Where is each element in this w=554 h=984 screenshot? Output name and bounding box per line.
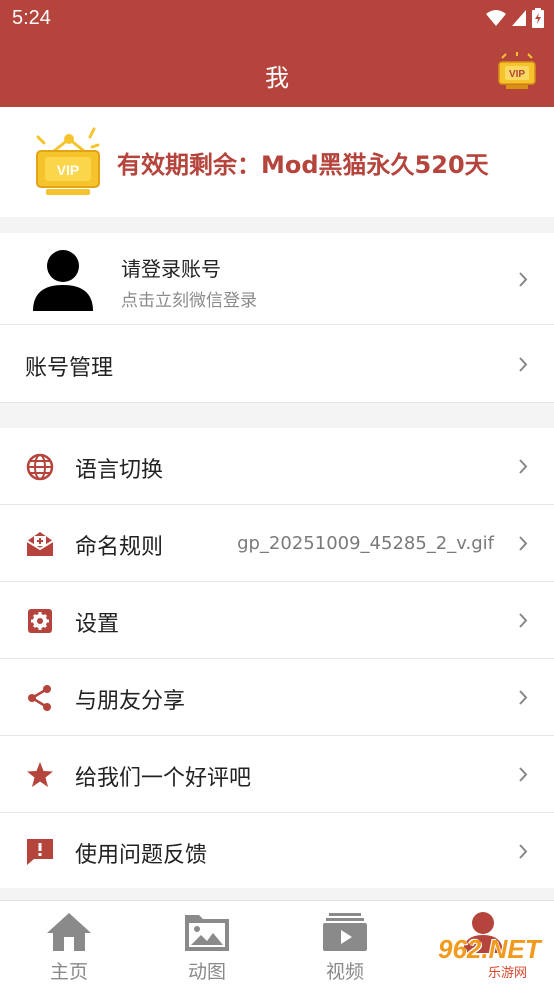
chevron-right-icon [519,844,528,859]
watermark-subtext: 乐游网 [488,966,528,981]
section-gap [0,888,554,900]
vip-banner: VIP 有效期剩余：Mod黑猫永久520天 [0,107,554,217]
account-management-row[interactable]: 账号管理 [0,326,554,403]
vip-ticket-text: VIP [57,162,80,178]
menu-item-language[interactable]: 语言切换 [0,428,554,505]
tab-label: 视频 [325,961,364,983]
video-icon [323,913,367,951]
login-subtitle: 点击立刻微信登录 [121,291,257,311]
section-gap [0,217,554,233]
vip-crown-icon: VIP [498,52,536,89]
login-row[interactable]: 请登录账号 点击立刻微信登录 [0,233,554,325]
chevron-right-icon [519,357,528,372]
wifi-icon [486,10,506,26]
vip-button[interactable]: VIP [496,52,538,92]
login-title: 请登录账号 [121,257,221,281]
watermark-logo: 962.NET 乐游网 [414,932,550,982]
image-folder-icon [185,915,229,951]
account-management-label: 账号管理 [25,356,114,381]
mail-open-icon [26,532,54,556]
menu-item-share[interactable]: 与朋友分享 [0,659,554,736]
menu-item-label: 使用问题反馈 [75,843,208,868]
menu-item-label: 命名规则 [75,535,164,560]
menu-item-settings[interactable]: 设置 [0,582,554,659]
chevron-right-icon [519,459,528,474]
signal-icon [512,10,526,26]
menu-item-label: 设置 [75,612,120,637]
tab-gif[interactable]: 动图 [138,901,276,984]
vip-badge-text: VIP [509,69,525,80]
menu-item-label: 语言切换 [75,458,164,483]
watermark-text: 962.NET [438,934,541,964]
app-bar: 我 VIP [0,38,554,107]
chevron-right-icon [519,272,528,287]
gear-icon [28,609,52,633]
status-icons [486,8,544,28]
share-icon [28,685,51,711]
vip-ticket-icon: VIP [36,127,100,195]
naming-rule-value: gp_20251009_45285_2_v.gif [237,533,494,554]
menu-item-label: 给我们一个好评吧 [75,766,252,791]
star-icon [27,762,53,787]
battery-icon [532,8,544,28]
tab-label: 动图 [187,961,226,983]
chevron-right-icon [519,767,528,782]
globe-icon [26,453,54,481]
home-icon [47,913,91,951]
tab-label: 主页 [49,961,88,983]
status-time: 5:24 [12,7,51,29]
avatar-placeholder-icon [33,250,93,311]
menu-item-feedback[interactable]: 使用问题反馈 [0,813,554,890]
section-gap [0,403,554,428]
feedback-icon [27,839,53,865]
menu-item-naming-rule[interactable]: 命名规则 gp_20251009_45285_2_v.gif [0,505,554,582]
chevron-right-icon [519,536,528,551]
menu-item-label: 与朋友分享 [75,689,186,714]
status-bar: 5:24 [0,0,554,38]
menu-item-rate[interactable]: 给我们一个好评吧 [0,736,554,813]
page-title: 我 [265,64,289,92]
chevron-right-icon [519,690,528,705]
tab-video[interactable]: 视频 [276,901,414,984]
chevron-right-icon [519,613,528,628]
vip-remaining-text: 有效期剩余：Mod黑猫永久520天 [117,151,489,179]
tab-home[interactable]: 主页 [0,901,138,984]
